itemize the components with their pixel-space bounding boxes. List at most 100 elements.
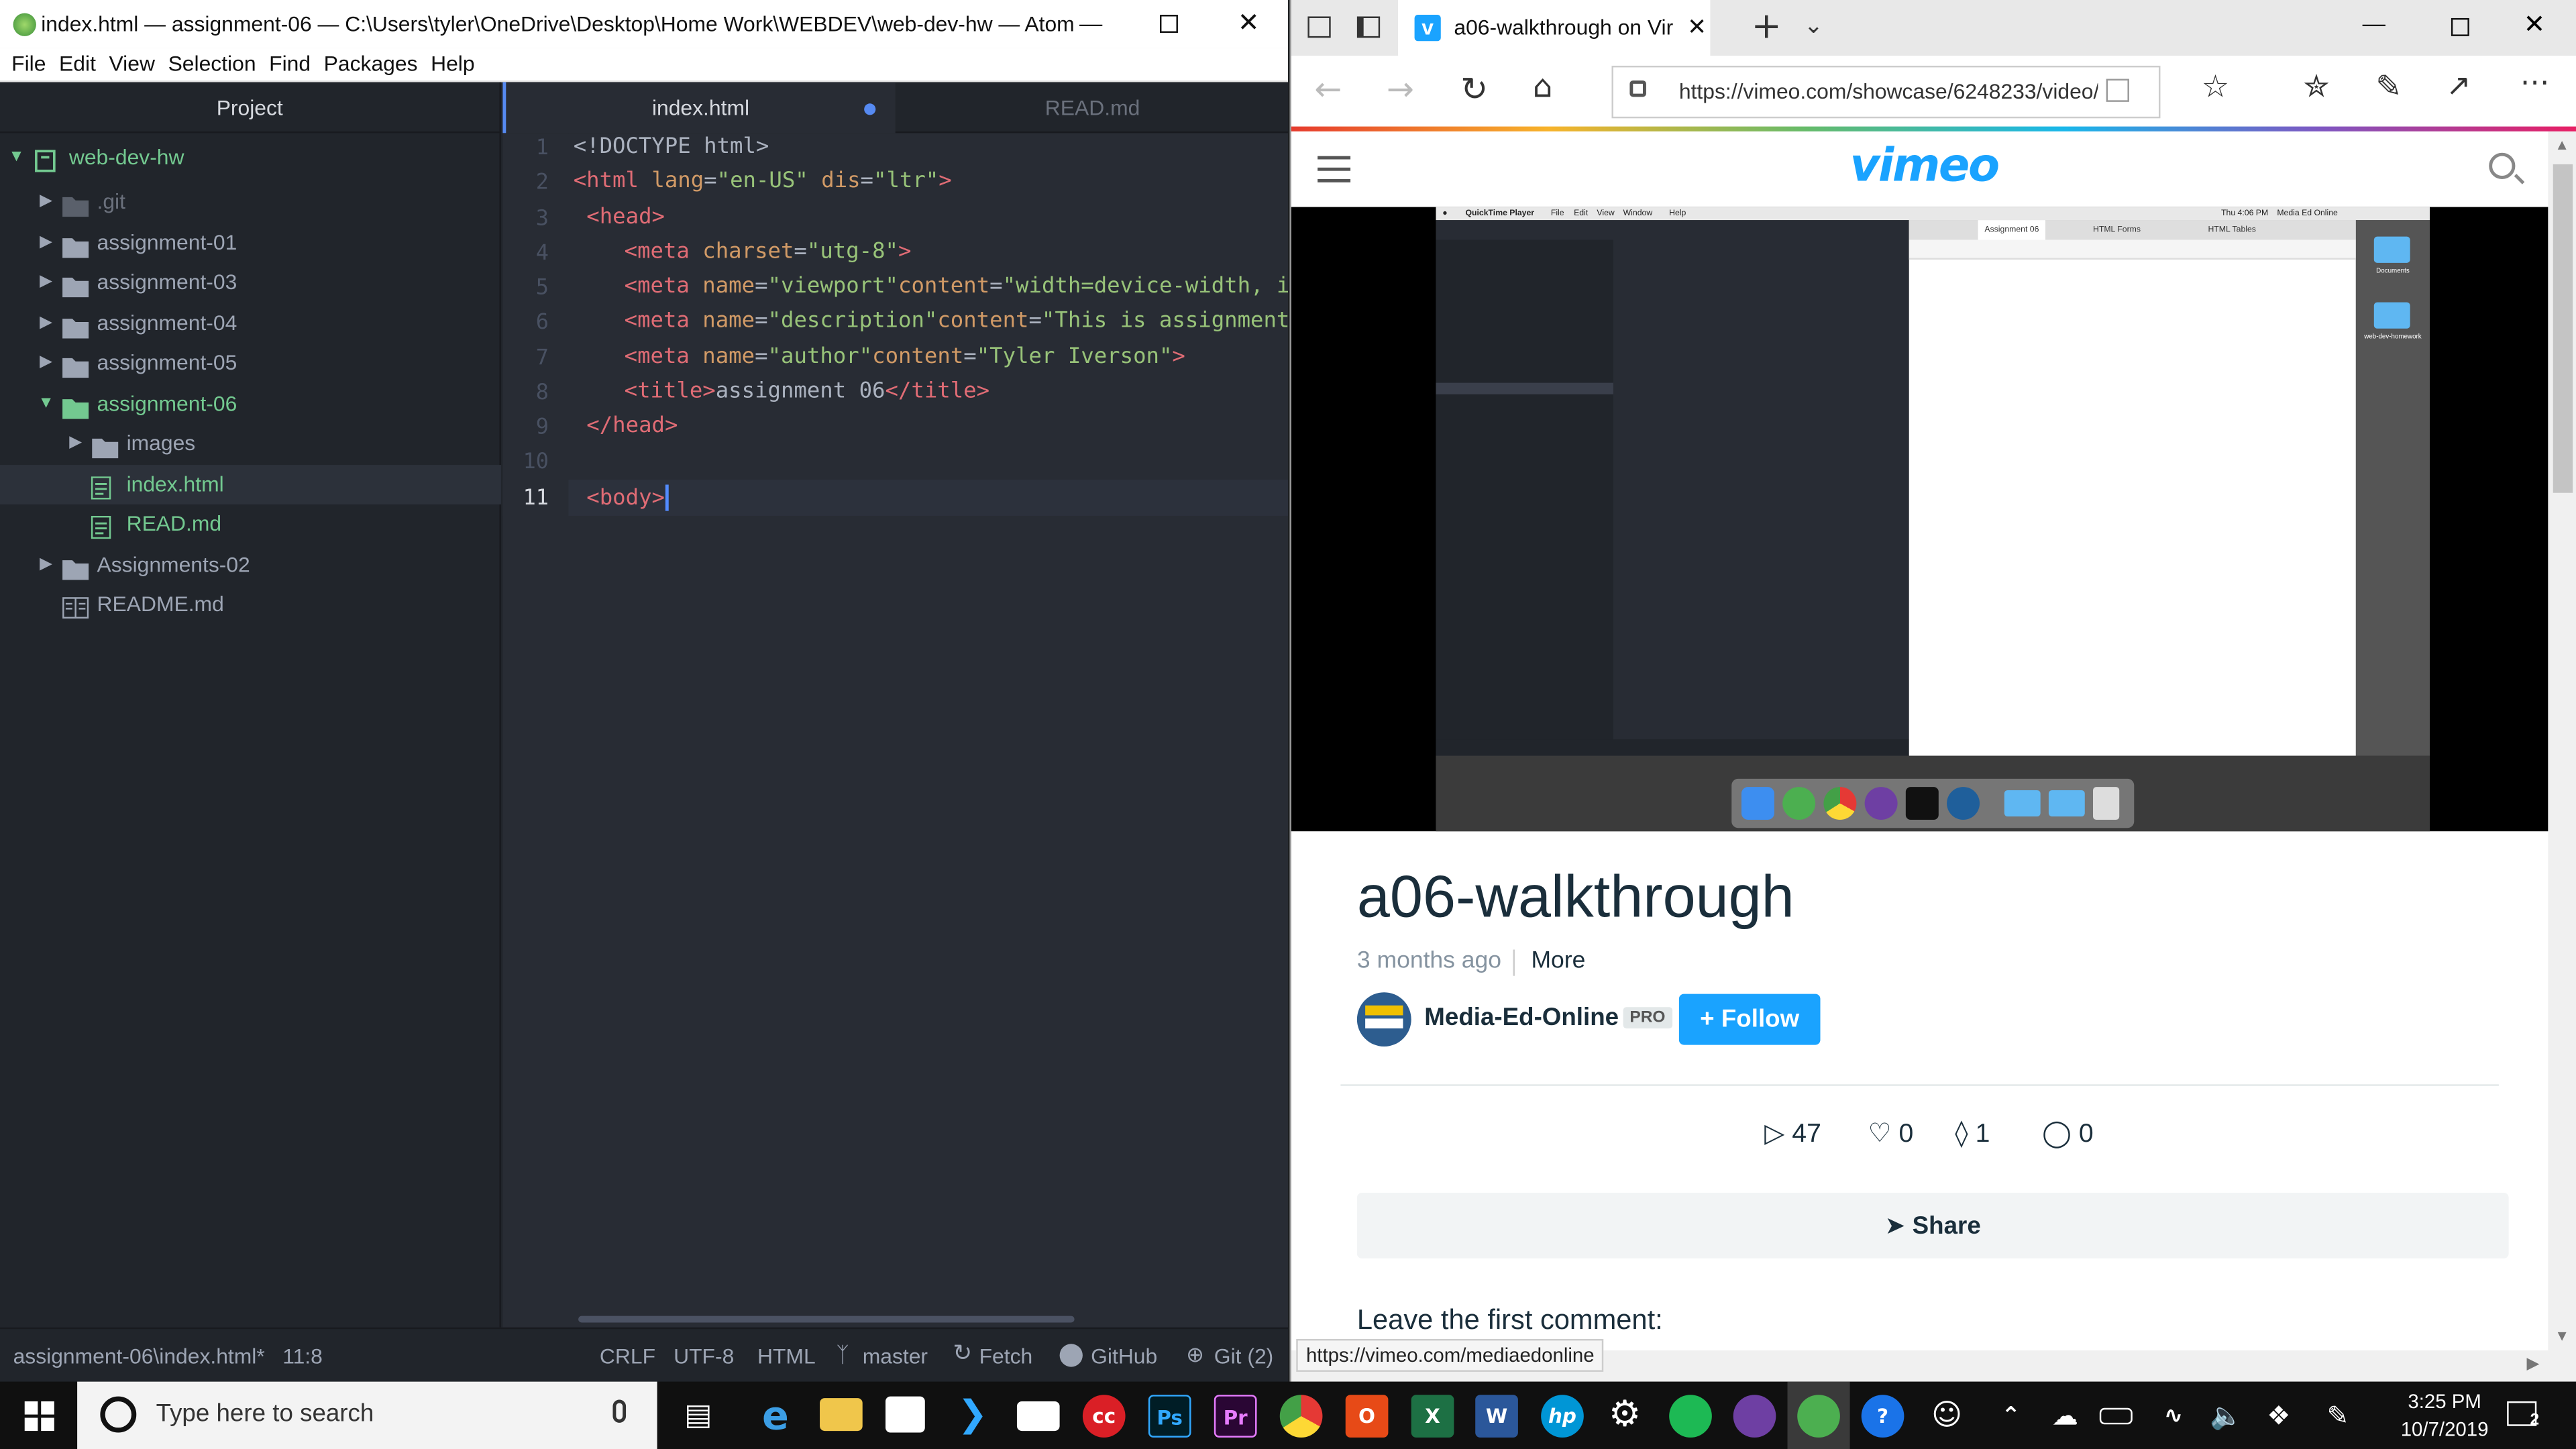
windows-start-icon[interactable] (24, 1401, 54, 1432)
video-player[interactable]: ● QuickTime Player File Edit View Window… (1291, 207, 2548, 832)
tree-item-assignments-02[interactable]: ▶ Assignments-02 (0, 545, 501, 585)
scroll-thumb[interactable] (2553, 164, 2573, 493)
scroll-right-icon[interactable]: ▶ (2527, 1355, 2540, 1373)
microphone-icon[interactable] (612, 1399, 627, 1423)
tree-item-read-md[interactable]: READ.md (0, 504, 501, 544)
visual-studio-code-icon[interactable]: ❯ (951, 1395, 994, 1438)
tree-item-assignment-01[interactable]: ▶ assignment-01 (0, 223, 501, 263)
editor-horizontal-scrollbar[interactable] (578, 1316, 1075, 1323)
excel-icon[interactable]: X (1411, 1395, 1454, 1438)
status-encoding[interactable]: UTF-8 (674, 1344, 734, 1368)
dropbox-icon[interactable]: ❖ (2257, 1395, 2300, 1438)
pen-notes-icon[interactable]: ✎ (2375, 69, 2402, 105)
menu-edit[interactable]: Edit (54, 48, 96, 80)
chevron-down-icon[interactable]: ⌄ (1804, 13, 1823, 40)
scroll-up-icon[interactable]: ▲ (2555, 136, 2569, 152)
spotify-icon[interactable] (1669, 1395, 1712, 1438)
scroll-down-icon[interactable]: ▼ (2555, 1328, 2569, 1344)
menu-packages[interactable]: Packages (319, 48, 418, 80)
edge-taskbar-icon[interactable]: e (754, 1395, 797, 1438)
atom-titlebar[interactable]: index.html — assignment-06 — C:\Users\ty… (0, 0, 1289, 48)
tree-item-readme-md[interactable]: README.md (0, 585, 501, 625)
premiere-icon[interactable]: Pr (1214, 1395, 1257, 1438)
favorite-star-icon[interactable]: ☆ (2202, 69, 2230, 105)
tree-item-assignment-05[interactable]: ▶ assignment-05 (0, 343, 501, 383)
pen-workspace-icon[interactable]: ✎ (2316, 1395, 2359, 1438)
status-git[interactable]: Git (2) (1214, 1344, 1273, 1368)
more-icon[interactable]: ⋯ (2520, 66, 2550, 100)
edge-maximize-button[interactable] (2451, 17, 2469, 36)
status-cursor-position[interactable]: 11:8 (282, 1344, 323, 1368)
wifi-icon[interactable]: ∿ (2152, 1395, 2195, 1438)
search-icon[interactable] (2489, 152, 2525, 184)
tree-item-git[interactable]: ▶ .git (0, 182, 501, 222)
refresh-icon[interactable]: ↻ (1460, 69, 1488, 109)
share-button[interactable]: ➤ Share (1356, 1192, 2509, 1258)
comments-stat[interactable]: ◯ 0 (2042, 1117, 2094, 1150)
likes-stat[interactable]: ♡ 0 (1868, 1117, 1914, 1150)
channel-name[interactable]: Media-Ed-Online (1424, 1004, 1619, 1032)
home-icon[interactable]: ⌂ (1533, 69, 1553, 105)
office-icon[interactable]: O (1345, 1395, 1389, 1438)
volume-icon[interactable]: 🔈 (2205, 1395, 2248, 1438)
follow-button[interactable]: + Follow (1678, 994, 1821, 1045)
help-icon[interactable]: ? (1861, 1395, 1904, 1438)
menu-find[interactable]: Find (264, 48, 311, 80)
set-aside-tabs-icon[interactable] (1356, 16, 1381, 38)
tree-item-images[interactable]: ▶ images (0, 424, 501, 464)
vimeo-logo[interactable]: vimeo (1850, 138, 2000, 193)
atom-taskbar-icon[interactable] (1797, 1395, 1840, 1438)
atom-maximize-button[interactable] (1159, 15, 1178, 33)
close-tab-icon[interactable]: ✕ (1687, 13, 1707, 42)
status-fetch[interactable]: Fetch (979, 1344, 1033, 1368)
tab-read-md[interactable]: READ.md (897, 82, 1288, 133)
status-branch[interactable]: master (863, 1344, 928, 1368)
atom-close-button[interactable]: ✕ (1232, 7, 1265, 40)
favorites-hub-icon[interactable]: ✮ (2303, 69, 2329, 105)
clock-time[interactable]: 3:25 PM (2396, 1390, 2494, 1413)
share-icon[interactable]: ↗ (2447, 69, 2471, 103)
menu-selection[interactable]: Selection (163, 48, 256, 80)
status-line-ending[interactable]: CRLF (600, 1344, 655, 1368)
back-icon[interactable]: ← (1314, 69, 1342, 109)
code-area[interactable]: <!DOCTYPE html> <html lang="en-US" dis="… (502, 133, 1288, 1283)
menu-file[interactable]: File (7, 48, 46, 80)
store-icon[interactable] (885, 1396, 925, 1433)
battery-icon[interactable] (2099, 1407, 2133, 1425)
menu-help[interactable]: Help (426, 48, 475, 80)
photoshop-icon[interactable]: Ps (1148, 1395, 1191, 1438)
chrome-taskbar-icon[interactable] (1279, 1395, 1323, 1438)
tree-item-index-html[interactable]: index.html (0, 465, 501, 504)
atom-minimize-button[interactable]: — (1075, 10, 1108, 36)
hp-icon[interactable]: hp (1541, 1395, 1584, 1438)
people-icon[interactable]: ☺ (1925, 1395, 1968, 1438)
channel-avatar[interactable] (1356, 992, 1411, 1047)
chevron-up-icon[interactable]: ⌃ (1990, 1395, 2033, 1438)
tree-item-assignment-04[interactable]: ▶ assignment-04 (0, 304, 501, 343)
reading-view-icon[interactable] (2106, 78, 2129, 102)
more-link[interactable]: More (1531, 948, 1585, 974)
status-file-path[interactable]: assignment-06\index.html* (13, 1344, 265, 1368)
taskbar-search-box[interactable]: Type here to search (77, 1381, 657, 1449)
file-explorer-icon[interactable] (820, 1398, 863, 1432)
mail-icon[interactable] (1016, 1401, 1060, 1432)
new-tab-icon[interactable]: + (1752, 7, 1782, 48)
clock-date[interactable]: 10/7/2019 (2382, 1417, 2507, 1440)
address-bar[interactable]: https://vimeo.com/showcase/6248233/video… (1611, 65, 2161, 119)
tree-item-assignment-03[interactable]: ▶ assignment-03 (0, 263, 501, 303)
tab-preview-icon[interactable] (1307, 16, 1331, 38)
github-desktop-taskbar-icon[interactable] (1733, 1395, 1776, 1438)
hamburger-menu-icon[interactable] (1318, 156, 1351, 182)
page-scrollbar[interactable]: ▲ ▼ (2548, 131, 2576, 1356)
collections-stat[interactable]: ◊ 1 (1955, 1117, 1990, 1150)
tree-item-assignment-06[interactable]: ▼ assignment-06 (0, 384, 501, 424)
task-view-icon[interactable]: ▤ (677, 1395, 720, 1438)
status-grammar[interactable]: HTML (757, 1344, 816, 1368)
settings-gear-icon[interactable]: ⚙ (1603, 1395, 1646, 1438)
menu-view[interactable]: View (104, 48, 155, 80)
edge-minimize-button[interactable]: — (2363, 10, 2385, 36)
forward-icon[interactable]: → (1387, 69, 1414, 109)
tab-index-html[interactable]: index.html (502, 82, 896, 133)
onedrive-icon[interactable]: ☁ (2044, 1395, 2087, 1438)
creative-cloud-icon[interactable]: cc (1082, 1395, 1126, 1438)
